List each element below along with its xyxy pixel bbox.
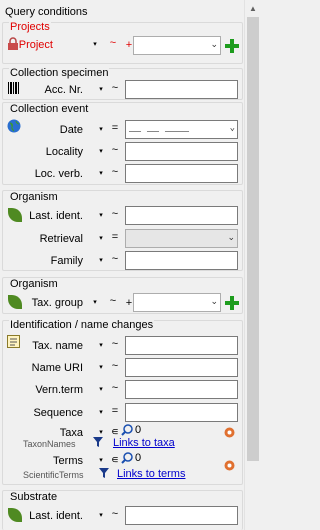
terms-label: Terms bbox=[53, 455, 83, 467]
section-title-collection-specimen: Collection specimen bbox=[9, 67, 110, 79]
locality-label: Locality bbox=[45, 146, 83, 158]
terms-op: ∊ bbox=[111, 454, 119, 466]
acc-nr-label: Acc. Nr. bbox=[44, 84, 83, 96]
loc-verb-op: ~ bbox=[111, 166, 119, 178]
links-to-terms-link[interactable]: Links to terms bbox=[117, 468, 185, 480]
project-op-tilde: ~ bbox=[109, 37, 117, 49]
acc-nr-op: ~ bbox=[111, 82, 119, 94]
tax-group-op-tilde: ~ bbox=[109, 295, 117, 307]
terms-operator-dropdown-icon[interactable]: ▾ bbox=[95, 453, 107, 469]
vern-term-input[interactable] bbox=[125, 380, 238, 399]
substrate-last-ident-input[interactable] bbox=[125, 506, 238, 525]
tax-name-op: ~ bbox=[111, 338, 119, 350]
tax-group-label: Tax. group bbox=[31, 297, 83, 309]
identification-section: Identification / name changes Tax. name … bbox=[2, 319, 243, 485]
terms-count: 0 bbox=[135, 452, 142, 464]
settings-gear-icon[interactable] bbox=[223, 459, 236, 472]
vertical-scrollbar[interactable]: ▲ bbox=[244, 0, 261, 530]
retrieval-op: = bbox=[111, 231, 119, 243]
substrate-last-ident-label: Last. ident. bbox=[29, 510, 83, 522]
retrieval-combobox[interactable]: ⌄ bbox=[125, 229, 238, 248]
chevron-down-icon: ⌄ bbox=[210, 296, 218, 306]
scientificterms-label: ScientificTerms bbox=[23, 470, 84, 480]
section-title-identification: Identification / name changes bbox=[9, 319, 155, 331]
chevron-down-icon: ⌄ bbox=[227, 232, 235, 242]
name-uri-input[interactable] bbox=[125, 358, 238, 377]
family-label: Family bbox=[50, 255, 83, 267]
filter-icon bbox=[93, 437, 103, 447]
projects-section: Projects Project ▾ ~ + ⌄ bbox=[2, 21, 243, 64]
locality-input[interactable] bbox=[125, 142, 238, 161]
retrieval-label: Retrieval bbox=[39, 233, 83, 245]
acc-nr-input[interactable] bbox=[125, 80, 238, 99]
taxa-count: 0 bbox=[135, 424, 142, 436]
add-project-plus-icon[interactable] bbox=[225, 39, 239, 53]
section-title-projects: Projects bbox=[9, 21, 51, 33]
taxonnames-label: TaxonNames bbox=[23, 439, 76, 449]
tax-group-combobox[interactable]: ⌄ bbox=[133, 293, 221, 312]
family-op: ~ bbox=[111, 253, 119, 265]
scroll-up-arrow-icon[interactable]: ▲ bbox=[245, 0, 261, 17]
magnifier-icon[interactable] bbox=[121, 424, 133, 436]
tax-name-label: Tax. name bbox=[32, 340, 83, 352]
sequence-label: Sequence bbox=[33, 407, 83, 419]
chevron-down-icon: ⌄ bbox=[210, 39, 218, 49]
links-to-taxa-link[interactable]: Links to taxa bbox=[113, 437, 175, 449]
organism-section-2: Organism Tax. group ▾ ~ + ⌄ bbox=[2, 277, 243, 314]
organism-section-1: Organism Last. ident. ▾ ~ Retrieval ▾ = … bbox=[2, 190, 243, 271]
substrate-operator-dropdown-icon[interactable]: ▾ bbox=[95, 508, 107, 524]
last-ident-operator-dropdown-icon[interactable]: ▾ bbox=[95, 208, 107, 224]
date-label: Date bbox=[59, 124, 83, 136]
retrieval-operator-dropdown-icon[interactable]: ▾ bbox=[95, 231, 107, 247]
loc-verb-input[interactable] bbox=[125, 164, 238, 183]
taxa-label: Taxa bbox=[59, 427, 83, 439]
section-title-collection-event: Collection event bbox=[9, 103, 90, 115]
scroll-thumb[interactable] bbox=[247, 17, 259, 461]
vern-term-op: ~ bbox=[111, 382, 119, 394]
section-title-organism: Organism bbox=[9, 278, 59, 290]
date-op: = bbox=[111, 122, 119, 134]
collection-event-section: Collection event Date ▾ = __ __ ____ ⌄ L… bbox=[2, 102, 243, 185]
section-title-organism: Organism bbox=[9, 191, 59, 203]
sequence-operator-dropdown-icon[interactable]: ▾ bbox=[95, 405, 107, 421]
section-title-substrate: Substrate bbox=[9, 491, 59, 503]
name-uri-op: ~ bbox=[111, 360, 119, 372]
query-conditions-panel: Query conditions ▲ Projects Project ▾ ~ … bbox=[0, 0, 261, 530]
settings-gear-icon[interactable] bbox=[223, 426, 236, 439]
vern-term-operator-dropdown-icon[interactable]: ▾ bbox=[95, 382, 107, 398]
name-uri-operator-dropdown-icon[interactable]: ▾ bbox=[95, 360, 107, 376]
sequence-op: = bbox=[111, 405, 119, 417]
chevron-down-icon[interactable]: ⌄ bbox=[230, 123, 235, 133]
project-combobox[interactable]: ⌄ bbox=[133, 36, 221, 55]
date-operator-dropdown-icon[interactable]: ▾ bbox=[95, 122, 107, 138]
collection-specimen-section: Collection specimen Acc. Nr. ▾ ~ bbox=[2, 67, 243, 100]
magnifier-icon[interactable] bbox=[121, 452, 133, 464]
project-label: Project bbox=[18, 39, 53, 51]
date-picker[interactable]: __ __ ____ ⌄ bbox=[125, 120, 238, 139]
project-operator-dropdown-icon[interactable]: ▾ bbox=[89, 37, 101, 53]
loc-verb-operator-dropdown-icon[interactable]: ▾ bbox=[95, 166, 107, 182]
filter-icon bbox=[99, 468, 109, 478]
substrate-section: Substrate Last. ident. ▾ ~ bbox=[2, 490, 243, 530]
tax-name-input[interactable] bbox=[125, 336, 238, 355]
date-value: __ __ ____ bbox=[129, 124, 190, 135]
family-operator-dropdown-icon[interactable]: ▾ bbox=[95, 253, 107, 269]
family-input[interactable] bbox=[125, 251, 238, 270]
last-ident-input[interactable] bbox=[125, 206, 238, 225]
name-uri-label: Name URI bbox=[31, 362, 83, 374]
tax-group-operator-dropdown-icon[interactable]: ▾ bbox=[89, 295, 101, 311]
tax-name-operator-dropdown-icon[interactable]: ▾ bbox=[95, 338, 107, 354]
sequence-input[interactable] bbox=[125, 403, 238, 422]
vern-term-label: Vern.term bbox=[35, 384, 83, 396]
last-ident-op: ~ bbox=[111, 208, 119, 220]
panel-title: Query conditions bbox=[5, 6, 88, 18]
locality-op: ~ bbox=[111, 144, 119, 156]
locality-operator-dropdown-icon[interactable]: ▾ bbox=[95, 144, 107, 160]
substrate-op: ~ bbox=[111, 508, 119, 520]
last-ident-label: Last. ident. bbox=[29, 210, 83, 222]
acc-nr-operator-dropdown-icon[interactable]: ▾ bbox=[95, 82, 107, 98]
add-tax-group-plus-icon[interactable] bbox=[225, 296, 239, 310]
loc-verb-label: Loc. verb. bbox=[34, 168, 83, 180]
